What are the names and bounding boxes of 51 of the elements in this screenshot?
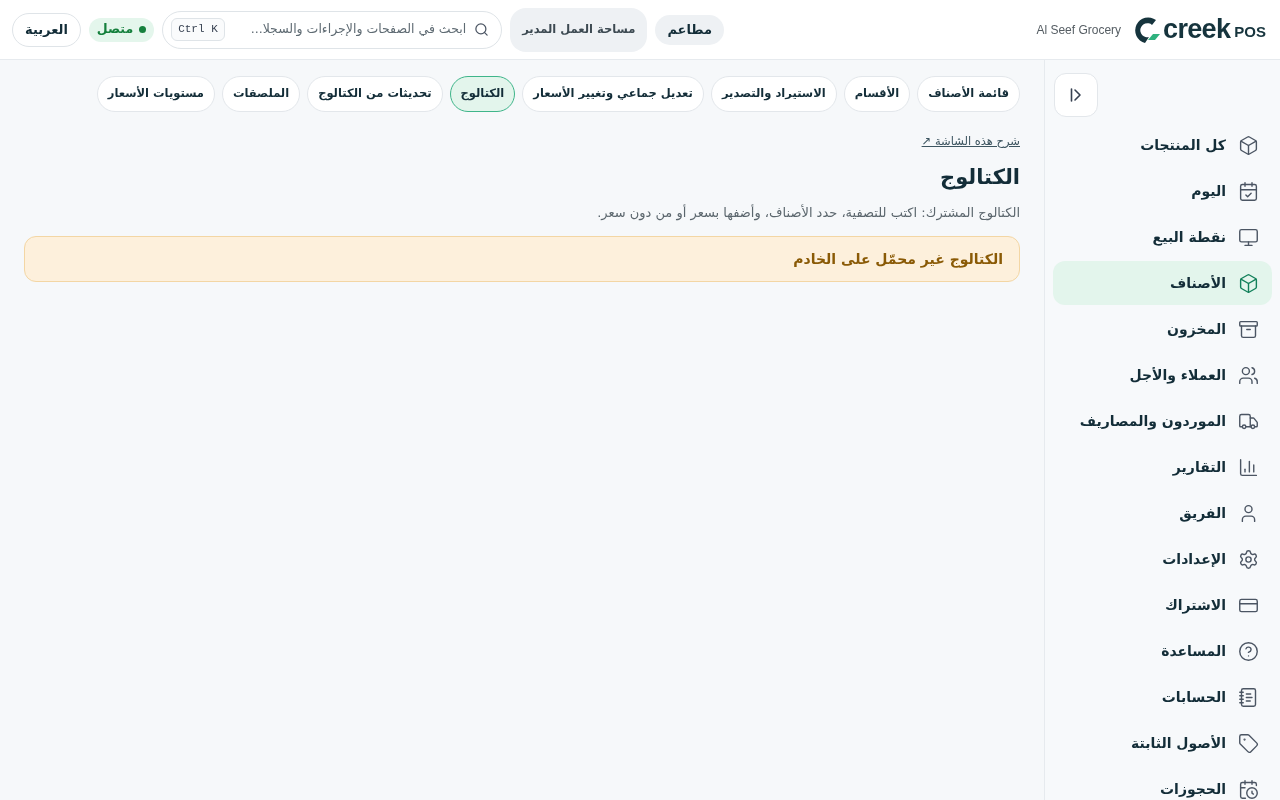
sidebar-item[interactable]: المخزون: [1053, 307, 1272, 351]
bar-chart-icon: [1238, 456, 1259, 478]
sidebar-item[interactable]: اليوم: [1053, 169, 1272, 213]
sidebar-item[interactable]: الاشتراك: [1053, 583, 1272, 627]
sidebar-item[interactable]: الفريق: [1053, 491, 1272, 535]
status-label: متصل: [96, 20, 134, 39]
page-title: الكتالوج: [939, 164, 1020, 192]
tag-icon: [1238, 732, 1259, 754]
sidebar-item[interactable]: العملاء والأجل: [1053, 353, 1272, 397]
bar-chevron-icon: [1070, 88, 1082, 102]
sidebar-toggle-button[interactable]: [1054, 73, 1098, 117]
tab[interactable]: الأقسام: [843, 76, 911, 112]
calendar-check-icon: [1238, 180, 1259, 202]
calendar-clock-icon: [1238, 778, 1259, 800]
users-icon: [1238, 364, 1259, 386]
tab[interactable]: مستويات الأسعار: [96, 76, 215, 112]
tab[interactable]: الكتالوج: [449, 76, 516, 112]
workspace-button[interactable]: مساحة العمل المدير: [510, 7, 648, 52]
tab[interactable]: تعديل جماعي وتغيير الأسعار: [522, 76, 704, 112]
search-icon: [474, 22, 490, 37]
sidebar-item[interactable]: المساعدة: [1053, 629, 1272, 673]
language-button[interactable]: العربية: [12, 12, 81, 47]
help-link[interactable]: شرح هذه الشاشة ↗: [921, 133, 1020, 151]
page-description: الكتالوج المشترك: اكتب للتصفية، حدد الأصناف، وأضفها بسعر أو من دون سعر.: [596, 203, 1020, 223]
monitor-icon: [1238, 226, 1259, 248]
sidebar-item[interactable]: الأصناف: [1053, 261, 1272, 305]
shortcut-key: Ctrl K: [171, 18, 225, 41]
sidebar-item[interactable]: الحسابات: [1053, 675, 1272, 719]
help-icon: [1238, 640, 1259, 662]
sidebar-item[interactable]: الأصول الثابتة: [1053, 721, 1272, 765]
tab[interactable]: الملصقات: [221, 76, 301, 112]
tab[interactable]: تحديثات من الكتالوج: [307, 76, 443, 112]
tab[interactable]: قائمة الأصناف: [917, 76, 1020, 112]
cube-icon: [1238, 134, 1259, 156]
sidebar-item[interactable]: نقطة البيع: [1053, 215, 1272, 259]
sidebar-item[interactable]: الإعدادات: [1053, 537, 1272, 581]
logo-wordmark: creek: [1163, 16, 1231, 43]
sidebar-item[interactable]: كل المنتجات: [1053, 123, 1272, 167]
business-type-button[interactable]: مطاعم: [655, 14, 725, 45]
sidebar-item[interactable]: الحجوزات: [1053, 767, 1272, 800]
notebook-icon: [1238, 686, 1259, 708]
alert-message: الكتالوج غير محمّل على الخادم: [793, 249, 1003, 270]
sidebar-item[interactable]: الموردون والمصاريف: [1053, 399, 1272, 443]
cube-icon: [1238, 272, 1259, 294]
archive-icon: [1238, 318, 1259, 340]
search-field[interactable]: ابحث في الصفحات والإجراءات والسجلا...: [232, 20, 467, 39]
sidebar-item[interactable]: التقارير: [1053, 445, 1272, 489]
store-name: Al Seef Grocery: [1036, 21, 1122, 39]
tab[interactable]: الاستيراد والتصدير: [710, 76, 837, 112]
logo-suffix: POS: [1234, 24, 1266, 39]
settings-icon: [1238, 548, 1259, 570]
